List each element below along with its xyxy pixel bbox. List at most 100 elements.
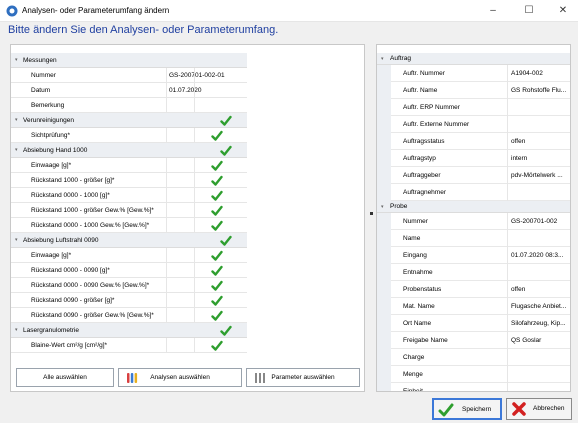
analysis-tree-panel: ▾ Messungen Nummer GS-200701-002-01 Datum 01.… <box>10 44 365 392</box>
column-divider <box>507 184 508 201</box>
column-divider <box>194 338 195 353</box>
section-checkbox[interactable] <box>220 113 232 127</box>
check-icon[interactable] <box>211 175 223 187</box>
section-checkbox[interactable] <box>220 143 232 157</box>
tree-section-header[interactable]: ▾ Absiebung Luftstrahl 0090 <box>11 233 247 248</box>
parameter-list-icon <box>255 373 265 383</box>
property-row: Probenstatus offen <box>377 281 570 298</box>
check-icon[interactable] <box>220 145 232 157</box>
row-checkbox[interactable] <box>211 188 223 202</box>
cross-icon <box>512 402 526 416</box>
collapse-caret-icon[interactable]: ▾ <box>381 201 384 213</box>
collapse-caret-icon[interactable]: ▾ <box>381 53 384 65</box>
column-divider <box>166 338 167 353</box>
collapse-caret-icon[interactable]: ▾ <box>15 143 18 158</box>
row-gutter <box>377 133 391 150</box>
property-row: Freigabe Name QS Goslar <box>377 332 570 349</box>
select-analyses-button[interactable]: Analysen auswählen <box>118 368 242 387</box>
section-label: Auftrag <box>390 55 411 62</box>
property-row: Auftr. ERP Nummer <box>377 99 570 116</box>
check-icon[interactable] <box>220 235 232 247</box>
check-icon[interactable] <box>211 130 223 142</box>
collapse-caret-icon[interactable]: ▾ <box>15 233 18 248</box>
property-label: Probenstatus <box>403 286 442 293</box>
property-row: Auftragnehmer <box>377 184 570 201</box>
property-label: Nummer <box>403 218 428 225</box>
check-icon[interactable] <box>211 295 223 307</box>
select-all-button[interactable]: Alle auswählen <box>16 368 114 387</box>
row-gutter <box>377 82 391 99</box>
properties-panel: ▾ Auftrag Auftr. Nummer A1904-002 Auftr. Nam… <box>376 44 571 392</box>
column-divider <box>194 278 195 293</box>
row-checkbox[interactable] <box>211 203 223 217</box>
select-parameters-button[interactable]: Parameter auswählen <box>246 368 360 387</box>
property-value: Flugasche Anbiet... <box>511 303 567 310</box>
column-divider <box>166 263 167 278</box>
row-gutter <box>377 383 391 391</box>
row-checkbox[interactable] <box>211 248 223 262</box>
check-icon[interactable] <box>211 190 223 202</box>
property-label: Charge <box>403 354 425 361</box>
collapse-caret-icon[interactable]: ▾ <box>15 53 18 68</box>
property-section-header[interactable]: ▾ Probe <box>377 201 570 213</box>
row-gutter <box>377 116 391 133</box>
row-label: Rückstand 0090 - größer Gew.% [Gew.%]* <box>31 312 154 319</box>
instruction-text: Bitte ändern Sie den Analysen- oder Para… <box>8 24 279 36</box>
tree-section-header[interactable]: ▾ Lasergranulometrie <box>11 323 247 338</box>
property-label: Menge <box>403 371 423 378</box>
column-divider <box>507 99 508 116</box>
row-gutter <box>377 99 391 116</box>
row-checkbox[interactable] <box>211 218 223 232</box>
splitter-handle[interactable] <box>370 212 373 215</box>
check-icon[interactable] <box>211 250 223 262</box>
property-label: Freigabe Name <box>403 337 448 344</box>
minimize-button[interactable]: – <box>478 3 508 19</box>
check-icon[interactable] <box>211 160 223 172</box>
property-label: Auftraggeber <box>403 172 441 179</box>
row-checkbox[interactable] <box>211 158 223 172</box>
check-icon[interactable] <box>211 340 223 352</box>
column-divider <box>166 308 167 323</box>
check-icon[interactable] <box>211 205 223 217</box>
row-label: Rückstand 0000 - 0090 [g]* <box>31 267 110 274</box>
check-icon[interactable] <box>211 280 223 292</box>
property-label: Name <box>403 235 421 242</box>
property-label: Auftragstyp <box>403 155 436 162</box>
column-divider <box>507 264 508 281</box>
collapse-caret-icon[interactable]: ▾ <box>15 323 18 338</box>
tree-row: Datum 01.07.2020 <box>11 83 247 98</box>
row-checkbox[interactable] <box>211 308 223 322</box>
maximize-button[interactable]: ☐ <box>514 3 544 19</box>
section-checkbox[interactable] <box>220 233 232 247</box>
row-checkbox[interactable] <box>211 263 223 277</box>
row-checkbox[interactable] <box>211 338 223 352</box>
save-button[interactable]: Speichern <box>432 398 502 420</box>
row-checkbox[interactable] <box>211 293 223 307</box>
property-section-header[interactable]: ▾ Auftrag <box>377 53 570 65</box>
check-icon[interactable] <box>211 220 223 232</box>
check-icon[interactable] <box>211 310 223 322</box>
property-row: Auftr. Nummer A1904-002 <box>377 65 570 82</box>
section-checkbox[interactable] <box>220 323 232 337</box>
tree-section-header[interactable]: ▾ Absiebung Hand 1000 <box>11 143 247 158</box>
row-checkbox[interactable] <box>211 278 223 292</box>
tree-row: Rückstand 0000 - 0090 [g]* <box>11 263 247 278</box>
collapse-caret-icon[interactable]: ▾ <box>15 113 18 128</box>
property-value: Silofahrzeug, Kip... <box>511 320 566 327</box>
section-label: Absiebung Hand 1000 <box>23 147 88 154</box>
tree-section-header[interactable]: ▾ Messungen <box>11 53 247 68</box>
close-button[interactable]: ✕ <box>548 3 578 19</box>
tree-section-header[interactable]: ▾ Verunreinigungen <box>11 113 247 128</box>
column-divider <box>507 315 508 332</box>
property-row: Auftraggeber pdv-Mörtelwerk ... <box>377 167 570 184</box>
cancel-button[interactable]: Abbrechen <box>506 398 572 420</box>
check-icon[interactable] <box>220 115 232 127</box>
row-checkbox[interactable] <box>211 173 223 187</box>
check-icon[interactable] <box>211 265 223 277</box>
tree-row: Einwaage [g]* <box>11 248 247 263</box>
check-icon[interactable] <box>220 325 232 337</box>
column-divider <box>166 203 167 218</box>
property-row: Auftr. Externe Nummer <box>377 116 570 133</box>
column-divider <box>194 203 195 218</box>
row-checkbox[interactable] <box>211 128 223 142</box>
